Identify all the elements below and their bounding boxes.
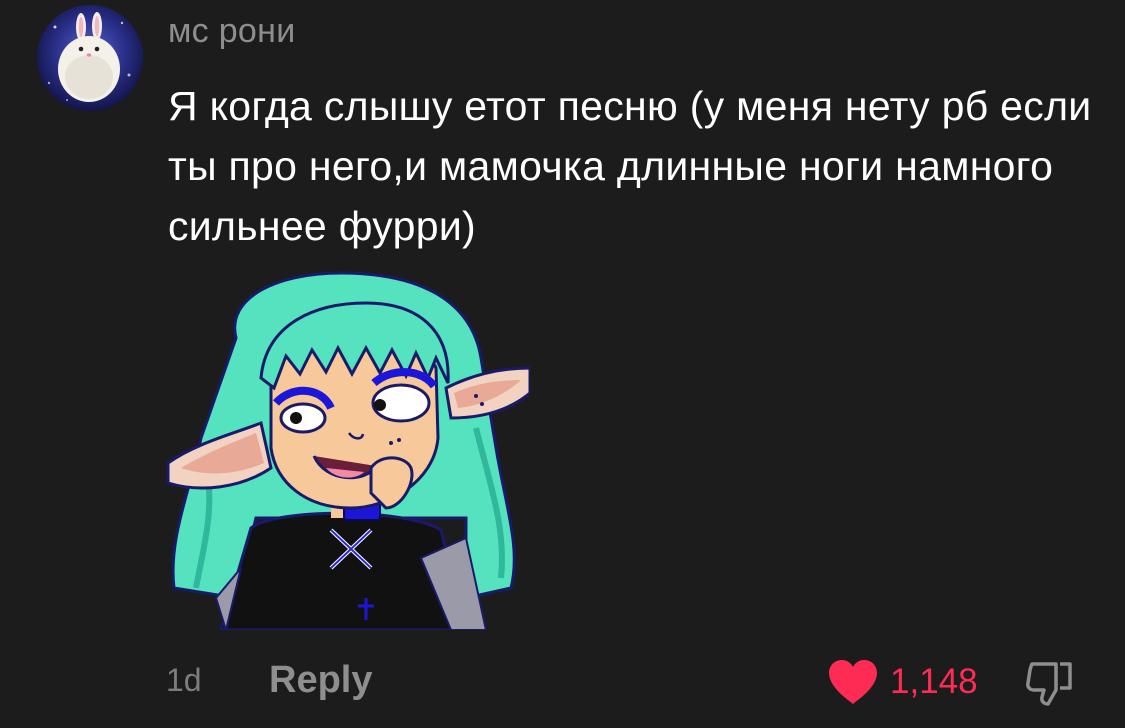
sticker-image[interactable] bbox=[166, 268, 530, 630]
comment-timestamp: 1d bbox=[166, 662, 202, 698]
like-count: 1,148 bbox=[890, 662, 978, 701]
comment-text: Я когда слышу етот песню (у меня нету рб… bbox=[168, 83, 1092, 249]
reply-button[interactable]: Reply bbox=[269, 659, 372, 702]
avatar[interactable] bbox=[37, 5, 143, 111]
like-button[interactable]: 1,148 bbox=[826, 655, 978, 709]
thumbs-down-icon bbox=[1026, 662, 1072, 706]
username[interactable]: мс рони bbox=[168, 12, 296, 51]
bunny-avatar-image bbox=[37, 5, 143, 111]
dislike-button[interactable] bbox=[1022, 658, 1078, 708]
heart-icon bbox=[829, 660, 877, 704]
